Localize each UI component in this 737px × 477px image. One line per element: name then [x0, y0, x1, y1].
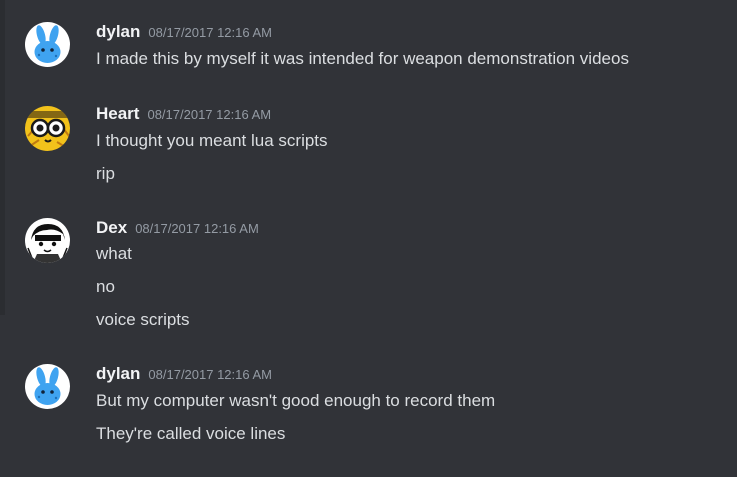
- yellow-goggles-avatar[interactable]: [25, 106, 70, 151]
- message-text: But my computer wasn't good enough to re…: [96, 391, 496, 410]
- message-text: They're called voice lines: [96, 424, 286, 443]
- message-text: voice scripts: [96, 310, 190, 329]
- message-header: Dex 08/17/2017 12:16 AM: [96, 217, 259, 239]
- username[interactable]: dylan: [96, 363, 140, 385]
- timestamp: 08/17/2017 12:16 AM: [147, 107, 272, 122]
- blue-bunny-avatar[interactable]: [25, 364, 70, 409]
- username[interactable]: Dex: [96, 217, 127, 239]
- message-header: Heart 08/17/2017 12:16 AM: [96, 103, 271, 125]
- timestamp: 08/17/2017 12:16 AM: [148, 25, 273, 40]
- message-text: rip: [96, 164, 115, 183]
- message-text: what: [96, 244, 132, 263]
- monochrome-character-avatar[interactable]: [25, 218, 70, 263]
- username[interactable]: dylan: [96, 21, 140, 43]
- message-header: dylan 08/17/2017 12:16 AM: [96, 21, 272, 43]
- message-text: no: [96, 277, 115, 296]
- username[interactable]: Heart: [96, 103, 139, 125]
- timestamp: 08/17/2017 12:16 AM: [148, 367, 273, 382]
- message-header: dylan 08/17/2017 12:16 AM: [96, 363, 272, 385]
- message-text: I thought you meant lua scripts: [96, 131, 328, 150]
- scrollbar-track: [0, 0, 5, 315]
- message-text: I made this by myself it was intended fo…: [96, 49, 629, 68]
- timestamp: 08/17/2017 12:16 AM: [135, 221, 259, 236]
- blue-bunny-avatar[interactable]: [25, 22, 70, 67]
